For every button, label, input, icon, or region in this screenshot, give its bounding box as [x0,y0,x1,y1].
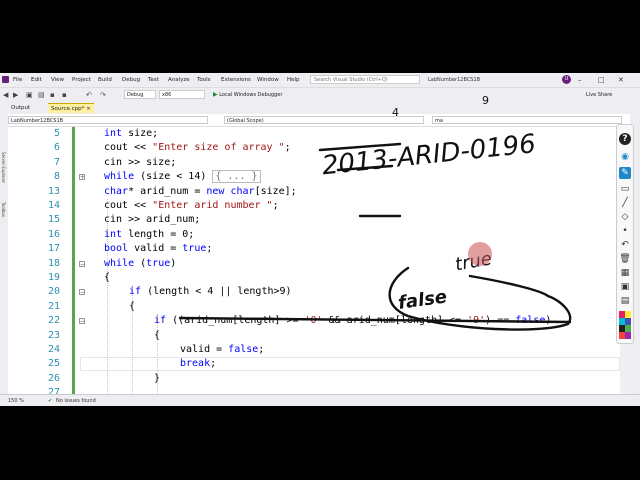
open-icon[interactable]: ▤ [38,91,45,99]
project-dropdown[interactable]: LabNumber12BCS1B [8,116,208,124]
menu-edit[interactable]: Edit [31,77,42,83]
code-line: 19 { [47,272,111,283]
menu-help[interactable]: Help [287,77,300,83]
document-tabs: Output Source.cpp* ✕ [0,102,640,114]
menu-view[interactable]: View [51,77,64,83]
collapse-icon[interactable]: − [79,318,85,325]
eraser-icon[interactable]: ◇ [619,211,631,223]
configuration-select[interactable]: Debug [124,90,156,99]
check-icon: ✔ [48,398,53,404]
avatar[interactable]: U [562,75,571,84]
server-explorer-tab[interactable]: Server Explorer [1,152,6,183]
save-icon[interactable]: ▪ [50,91,55,99]
code-line: 16 int length = 0; [47,228,195,240]
undo-stroke-icon[interactable]: ↶ [619,239,631,251]
menu-tools[interactable]: Tools [197,77,211,83]
maximize-icon[interactable]: □ [598,76,605,84]
collapse-icon[interactable]: − [79,260,85,267]
color-swatches[interactable] [619,311,631,339]
code-line: 5 int size; [53,128,159,139]
menu-project[interactable]: Project [72,77,91,83]
menu-analyze[interactable]: Analyze [168,77,190,83]
search-input[interactable]: Search Visual Studio (Ctrl+Q) [310,75,420,84]
swatch-purple[interactable] [625,332,631,339]
toolbox-tab[interactable]: Toolbox [1,202,6,217]
dot-icon[interactable]: • [619,225,631,237]
save-all-icon[interactable]: ▪ [62,91,67,99]
undo-icon[interactable]: ↶ [86,91,92,99]
back-icon[interactable]: ◀ [3,91,8,99]
code-line: 13 char* arid_num = new char[size]; [47,185,297,197]
expand-icon[interactable]: + [79,174,85,181]
code-line: 23 { [47,329,161,341]
code-line: 25 break; [47,358,217,370]
menu-file[interactable]: File [13,77,22,83]
close-icon[interactable]: ✕ [618,76,624,84]
menu-bar: File Edit View Project Build Debug Test … [0,73,640,87]
menu-extensions[interactable]: Extensions [221,77,251,83]
forward-icon[interactable]: ▶ [13,91,18,99]
menu-build[interactable]: Build [98,77,112,83]
code-line: 8 + while (size < 14) { ... } [8,170,620,184]
new-project-icon[interactable]: ▣ [26,91,33,99]
code-line: 27 [47,387,60,394]
project-title: LabNumber12BCS1B [428,77,481,83]
collapsed-block[interactable]: { ... } [212,170,261,184]
settings-icon[interactable]: ▤ [619,295,631,307]
swatch-blue[interactable] [625,318,631,325]
live-share-button[interactable]: Live Share [586,92,612,98]
code-line: 17 bool valid = true; [47,243,213,255]
vs-logo-icon [2,76,9,83]
debugger-label: Local Windows Debugger [219,92,283,98]
code-line: 20 − if (length < 4 || length>9) [47,286,292,298]
code-line: 6 cout << "Enter size of array "; [53,142,291,154]
trash-icon[interactable]: 🗑 [619,253,631,265]
minimize-icon[interactable]: – [578,76,582,84]
menu-debug[interactable]: Debug [122,77,140,83]
play-icon: ▶ [213,91,218,98]
code-editor[interactable]: 5 int size; 6 cout << "Enter size of arr… [8,127,620,394]
platform-select[interactable]: x86 [159,90,205,99]
pen-icon[interactable]: ✎ [619,167,631,179]
start-debugging-button[interactable]: ▶ Local Windows Debugger [213,91,282,98]
pointer-cursor [468,242,492,266]
swatch-yellow[interactable] [625,311,631,318]
code-line: 26 } [47,372,161,384]
redo-icon[interactable]: ↷ [100,91,106,99]
code-line: 15 cin >> arid_num; [47,214,201,226]
annotation-palette: ? ◉ ✎ ▭ ╱ ◇ • ↶ 🗑 ▦ ▣ ▤ [616,124,634,344]
board-icon[interactable]: ▦ [619,267,631,279]
screenshot-icon[interactable]: ▣ [619,281,631,293]
issues-status[interactable]: No issues found [56,398,96,404]
menu-test[interactable]: Test [148,77,159,83]
code-line: 14 cout << "Enter arid number "; [47,200,279,211]
zoom-level[interactable]: 150 % [8,398,24,404]
status-bar: 150 % ✔ No issues found [0,394,640,406]
collapse-icon[interactable]: − [79,289,85,296]
member-dropdown[interactable]: ma [432,116,622,124]
tab-source[interactable]: Source.cpp* ✕ [48,103,94,113]
toolbar: ◀ ▶ ▣ ▤ ▪ ▪ ↶ ↷ Debug x86 ▶ Local Window… [0,87,640,102]
highlighter-icon[interactable]: ▭ [619,183,631,195]
help-icon[interactable]: ? [619,133,631,145]
tab-output[interactable]: Output [8,103,34,113]
navigation-bar: LabNumber12BCS1B (Global Scope) ma [8,114,630,127]
scope-dropdown[interactable]: (Global Scope) [224,116,424,124]
code-line: 18 − while (true) [47,257,177,269]
code-line: 24 valid = false; [47,344,265,355]
line-tool-icon[interactable]: ╱ [619,197,631,209]
code-line: 22 − if ((arid_num[length] >= '0' && ari… [47,315,552,327]
eye-icon[interactable]: ◉ [619,151,631,163]
code-line: 7 cin >> size; [53,156,177,168]
visual-studio-window: File Edit View Project Build Debug Test … [0,73,640,406]
close-tab-icon[interactable]: ✕ [86,106,90,112]
swatch-green[interactable] [625,325,631,332]
code-line: 21 { [47,300,136,312]
menu-window[interactable]: Window [257,77,279,83]
